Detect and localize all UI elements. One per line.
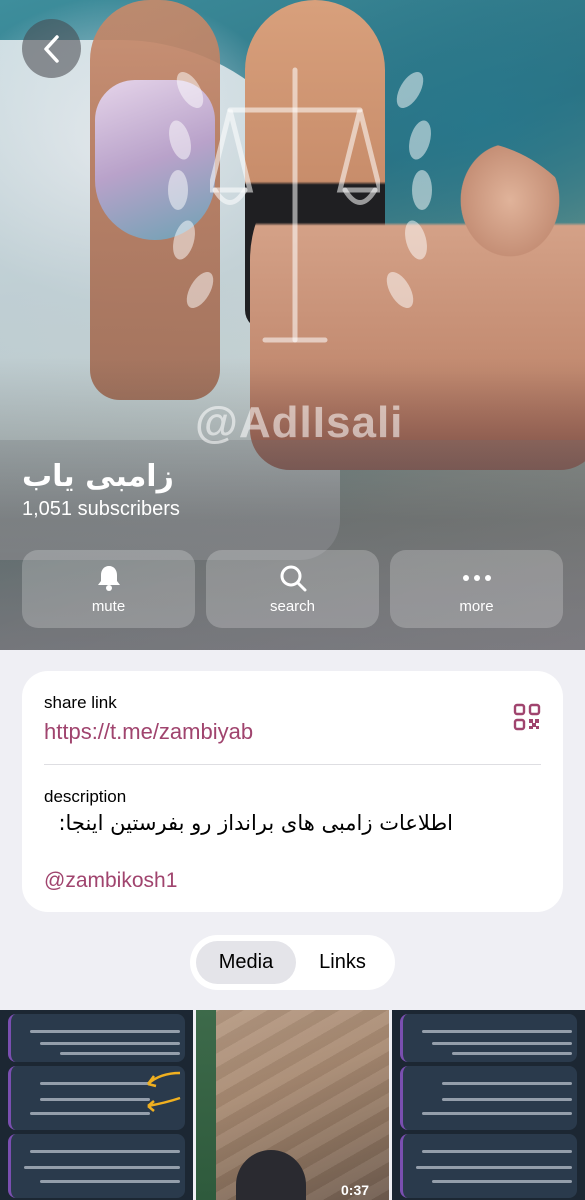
- action-bar: mute search more: [22, 550, 563, 628]
- description-label: description: [44, 787, 127, 806]
- arrow-annotation-icon: [147, 1071, 181, 1112]
- media-thumbnail[interactable]: [0, 1010, 193, 1200]
- card-divider: [44, 764, 541, 765]
- share-link-label: share link: [44, 693, 117, 712]
- channel-info-card: share link https://t.me/zambiyab descrip…: [22, 671, 563, 912]
- description-handle-link[interactable]: @zambikosh1: [44, 869, 177, 893]
- watermark-text: @AdlIsali: [195, 398, 404, 447]
- search-label: search: [269, 597, 316, 615]
- subscriber-count: 1,051 subscribers: [22, 498, 180, 520]
- media-grid: 0:37: [0, 1010, 585, 1200]
- channel-title: زامبی یاب: [22, 459, 174, 494]
- mute-button[interactable]: mute: [22, 550, 195, 628]
- chevron-left-icon: [43, 34, 59, 63]
- description-text: اطلاعات زامبی های برانداز رو بفرستین این…: [58, 811, 453, 835]
- video-duration: 0:37: [341, 1182, 370, 1198]
- more-button[interactable]: more: [390, 550, 563, 628]
- qr-code-icon[interactable]: [513, 703, 541, 731]
- mute-label: mute: [91, 597, 126, 615]
- tab-links[interactable]: Links: [296, 941, 389, 984]
- search-icon: [280, 565, 306, 591]
- back-button[interactable]: [22, 19, 81, 78]
- media-thumbnail-video[interactable]: 0:37: [196, 1010, 389, 1200]
- bell-icon: [97, 565, 120, 591]
- search-button[interactable]: search: [206, 550, 379, 628]
- tab-media[interactable]: Media: [196, 941, 296, 984]
- foliage: [196, 1010, 216, 1200]
- share-link-url[interactable]: https://t.me/zambiyab: [44, 719, 253, 745]
- more-label: more: [459, 597, 494, 615]
- media-thumbnail[interactable]: [392, 1010, 585, 1200]
- media-tabs: Media Links: [190, 935, 395, 990]
- more-icon: [462, 574, 491, 581]
